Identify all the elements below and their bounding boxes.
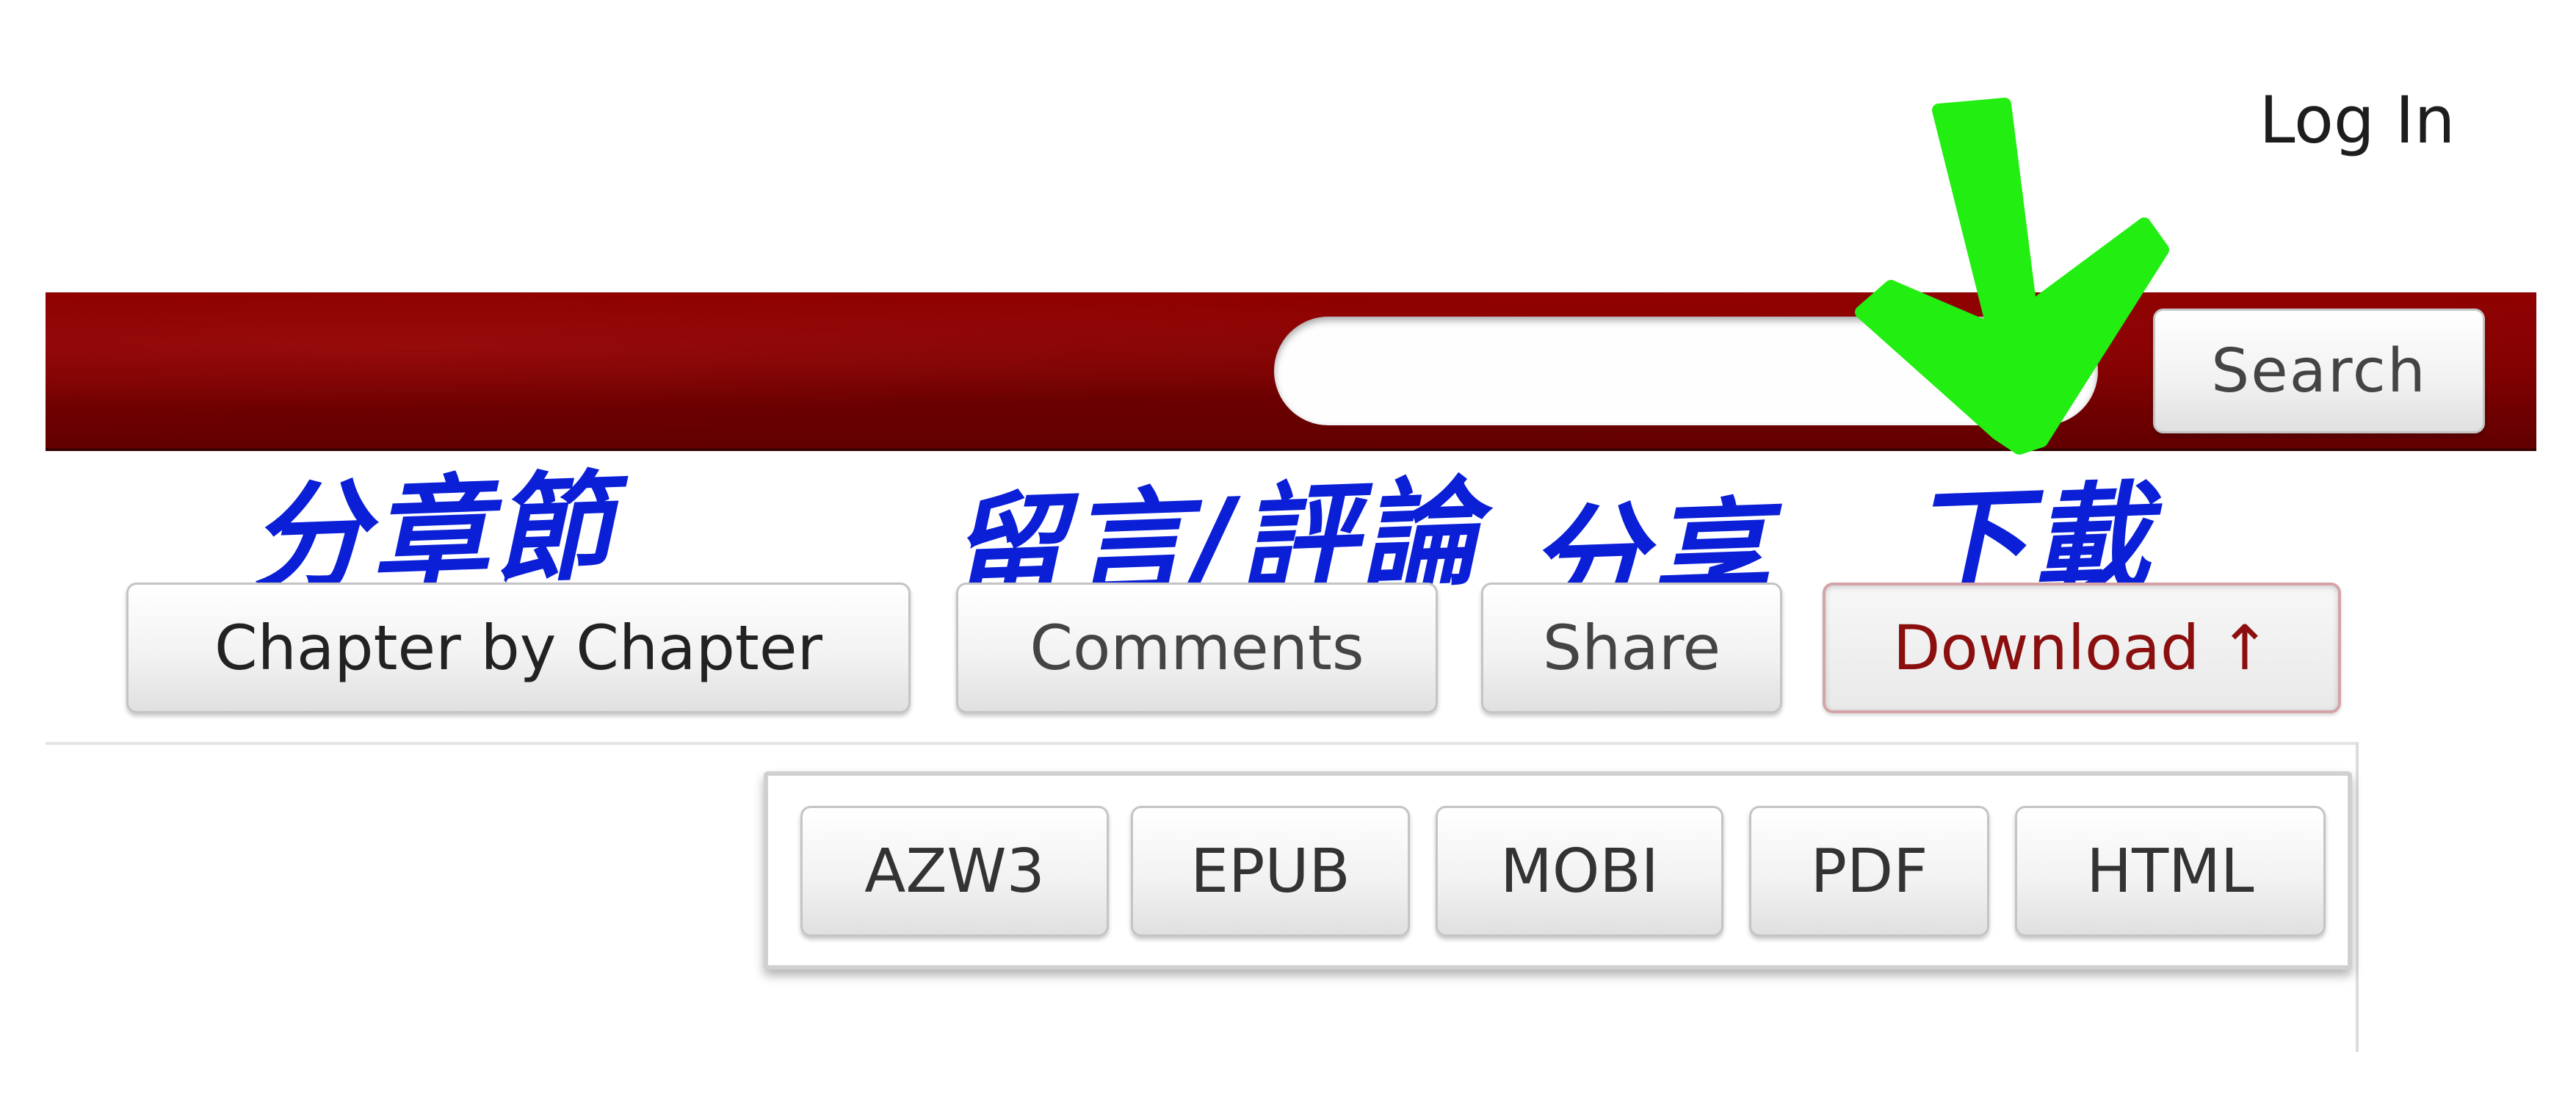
format-pdf-button[interactable]: PDF: [1749, 806, 1989, 937]
format-mobi-button[interactable]: MOBI: [1436, 806, 1723, 937]
login-link[interactable]: Log In: [2232, 82, 2482, 158]
format-epub-button[interactable]: EPUB: [1131, 806, 1410, 937]
format-html-button[interactable]: HTML: [2015, 806, 2326, 937]
format-azw3-button[interactable]: AZW3: [800, 806, 1109, 937]
tab-share[interactable]: Share: [1481, 583, 1782, 713]
content-border: [2356, 742, 2359, 1052]
tab-chapter-by-chapter[interactable]: Chapter by Chapter: [126, 583, 911, 713]
tab-download[interactable]: Download ↑: [1823, 583, 2341, 713]
tab-comments[interactable]: Comments: [956, 583, 1438, 713]
content-divider: [46, 742, 2359, 745]
down-arrow-icon: [1855, 98, 2169, 455]
